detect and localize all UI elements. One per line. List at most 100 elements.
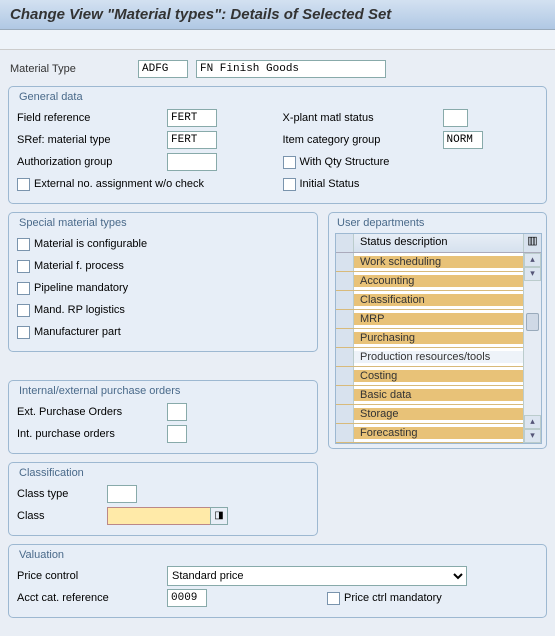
special-label-0: Material is configurable: [34, 238, 147, 250]
iep-group: Internal/external purchase orders Ext. P…: [8, 380, 318, 454]
user-dept-row-6[interactable]: Costing: [336, 367, 523, 386]
row-selector-5[interactable]: [336, 348, 354, 366]
itemcat-input[interactable]: [443, 131, 483, 149]
special-types-group: Special material types Material is confi…: [8, 212, 318, 352]
user-dept-row-0[interactable]: Work scheduling: [336, 253, 523, 272]
user-dept-row-5[interactable]: Production resources/tools: [336, 348, 523, 367]
row-label-8: Storage: [354, 408, 523, 420]
scroll-up2-icon[interactable]: ▾: [524, 267, 541, 281]
material-type-code-input[interactable]: [138, 60, 188, 78]
scroll-up-icon[interactable]: ▴: [524, 253, 541, 267]
row-selector-8[interactable]: [336, 405, 354, 423]
initial-status-label: Initial Status: [300, 178, 360, 190]
page-title: Change View "Material types": Details of…: [0, 0, 555, 30]
with-qty-label: With Qty Structure: [300, 156, 390, 168]
row-label-2: Classification: [354, 294, 523, 306]
toolbar-placeholder: [0, 30, 555, 50]
int-po-input[interactable]: [167, 425, 187, 443]
user-dept-row-8[interactable]: Storage: [336, 405, 523, 424]
price-control-label: Price control: [17, 570, 167, 582]
row-selector-7[interactable]: [336, 386, 354, 404]
row-selector-2[interactable]: [336, 291, 354, 309]
select-all-icon[interactable]: [336, 234, 354, 252]
scroll-dn1-icon[interactable]: ▴: [524, 415, 541, 429]
itemcat-label: Item category group: [283, 134, 443, 146]
xplant-input[interactable]: [443, 109, 468, 127]
price-mand-checkbox[interactable]: [327, 592, 340, 605]
material-type-label: Material Type: [10, 63, 130, 75]
price-mand-label: Price ctrl mandatory: [344, 592, 442, 604]
user-dept-row-1[interactable]: Accounting: [336, 272, 523, 291]
general-data-title: General data: [17, 89, 538, 107]
row-label-5: Production resources/tools: [354, 351, 523, 363]
with-qty-checkbox[interactable]: [283, 156, 296, 169]
row-selector-1[interactable]: [336, 272, 354, 290]
row-selector-6[interactable]: [336, 367, 354, 385]
auth-group-label: Authorization group: [17, 156, 167, 168]
row-label-1: Accounting: [354, 275, 523, 287]
special-checkbox-0[interactable]: [17, 238, 30, 251]
row-label-4: Purchasing: [354, 332, 523, 344]
status-desc-header[interactable]: Status description: [354, 234, 523, 252]
field-reference-label: Field reference: [17, 112, 167, 124]
special-checkbox-1[interactable]: [17, 260, 30, 273]
valuation-title: Valuation: [17, 547, 538, 565]
user-dept-row-2[interactable]: Classification: [336, 291, 523, 310]
special-checkbox-4[interactable]: [17, 326, 30, 339]
row-label-6: Costing: [354, 370, 523, 382]
classification-title: Classification: [17, 465, 309, 483]
special-types-title: Special material types: [17, 215, 309, 233]
special-label-4: Manufacturer part: [34, 326, 121, 338]
class-input[interactable]: ◨: [107, 507, 227, 525]
acct-ref-input[interactable]: [167, 589, 207, 607]
content-area: Material Type General data Field referen…: [0, 50, 555, 636]
class-help-icon[interactable]: ◨: [210, 507, 228, 525]
ext-po-label: Ext. Purchase Orders: [17, 406, 167, 418]
acct-ref-label: Acct cat. reference: [17, 592, 167, 604]
row-selector-3[interactable]: [336, 310, 354, 328]
scroll-down-icon[interactable]: ▾: [524, 429, 541, 443]
table-settings-icon[interactable]: ▥: [523, 234, 541, 252]
valuation-group: Valuation Price control Standard price A…: [8, 544, 547, 618]
row-label-3: MRP: [354, 313, 523, 325]
scroll-thumb[interactable]: [526, 313, 539, 331]
row-selector-0[interactable]: [336, 253, 354, 271]
initial-status-checkbox[interactable]: [283, 178, 296, 191]
iep-title: Internal/external purchase orders: [17, 383, 309, 401]
user-dept-header: Status description ▥: [336, 234, 541, 253]
header-row: Material Type: [8, 56, 547, 86]
price-control-select[interactable]: Standard price: [167, 566, 467, 586]
user-dept-scrollbar[interactable]: ▴ ▾ ▴ ▾: [523, 253, 541, 443]
int-po-label: Int. purchase orders: [17, 428, 167, 440]
field-reference-input[interactable]: [167, 109, 217, 127]
user-dept-row-3[interactable]: MRP: [336, 310, 523, 329]
row-selector-9[interactable]: [336, 424, 354, 442]
user-dept-table: Status description ▥ Work scheduling Acco…: [335, 233, 542, 444]
class-type-input[interactable]: [107, 485, 137, 503]
user-dept-row-4[interactable]: Purchasing: [336, 329, 523, 348]
row-label-7: Basic data: [354, 389, 523, 401]
special-label-1: Material f. process: [34, 260, 124, 272]
sref-label: SRef: material type: [17, 134, 167, 146]
special-checkbox-2[interactable]: [17, 282, 30, 295]
special-label-3: Mand. RP logistics: [34, 304, 125, 316]
classification-group: Classification Class type Class ◨: [8, 462, 318, 536]
general-data-group: General data Field reference SRef: mater…: [8, 86, 547, 204]
user-dept-row-7[interactable]: Basic data: [336, 386, 523, 405]
sref-input[interactable]: [167, 131, 217, 149]
row-label-0: Work scheduling: [354, 256, 523, 268]
material-type-desc-input[interactable]: [196, 60, 386, 78]
auth-group-input[interactable]: [167, 153, 217, 171]
class-type-label: Class type: [17, 488, 107, 500]
special-checkbox-3[interactable]: [17, 304, 30, 317]
xplant-label: X-plant matl status: [283, 112, 443, 124]
user-dept-title: User departments: [335, 215, 542, 233]
row-selector-4[interactable]: [336, 329, 354, 347]
special-label-2: Pipeline mandatory: [34, 282, 128, 294]
ext-no-checkbox[interactable]: [17, 178, 30, 191]
user-dept-row-9[interactable]: Forecasting: [336, 424, 523, 443]
class-label: Class: [17, 510, 107, 522]
row-label-9: Forecasting: [354, 427, 523, 439]
ext-no-label: External no. assignment w/o check: [34, 178, 204, 190]
ext-po-input[interactable]: [167, 403, 187, 421]
